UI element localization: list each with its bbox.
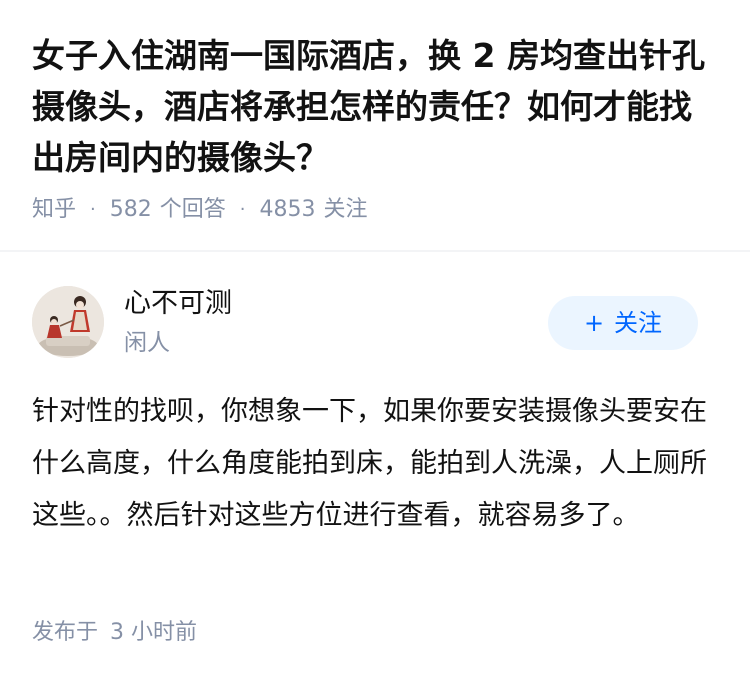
follower-count-label: 关注 (323, 197, 368, 222)
follow-button-label: 关注 (614, 309, 663, 337)
source-label[interactable]: 知乎 (32, 195, 76, 225)
avatar-doll-figure-icon (32, 286, 104, 358)
avatar[interactable] (32, 286, 104, 358)
published-label: 发布于 (32, 620, 99, 645)
question-title[interactable]: 女子入住湖南一国际酒店，换 2 房均查出针孔摄像头，酒店将承担怎样的责任？如何才… (32, 30, 718, 183)
author-bio: 闲人 (124, 330, 170, 356)
meta-separator: · (90, 199, 96, 220)
author-name[interactable]: 心不可测 (124, 286, 232, 322)
answer-count: 582 (109, 197, 152, 222)
follow-button[interactable]: + 关注 (548, 296, 698, 350)
question-meta: 知乎 · 582 个回答 · 4853 关注 (32, 195, 718, 225)
follower-count: 4853 (259, 197, 316, 222)
answer-card: 心不可测 闲人 + 关注 针对性的找呗，你想象一下，如果你要安装摄像头要安在什么高… (0, 252, 750, 645)
question-header: 女子入住湖南一国际酒店，换 2 房均查出针孔摄像头，酒店将承担怎样的责任？如何才… (0, 0, 750, 225)
meta-separator: · (239, 199, 246, 220)
answer-timestamp: 发布于 3 小时前 (32, 618, 197, 648)
published-time: 3 小时前 (110, 620, 198, 645)
author-row: 心不可测 闲人 + 关注 (0, 252, 750, 362)
answer-count-label: 个回答 (159, 197, 226, 222)
plus-icon: + (583, 309, 605, 337)
answer-content[interactable]: 针对性的找呗，你想象一下，如果你要安装摄像头要安在什么高度，什么角度能拍到床，能… (32, 386, 712, 542)
